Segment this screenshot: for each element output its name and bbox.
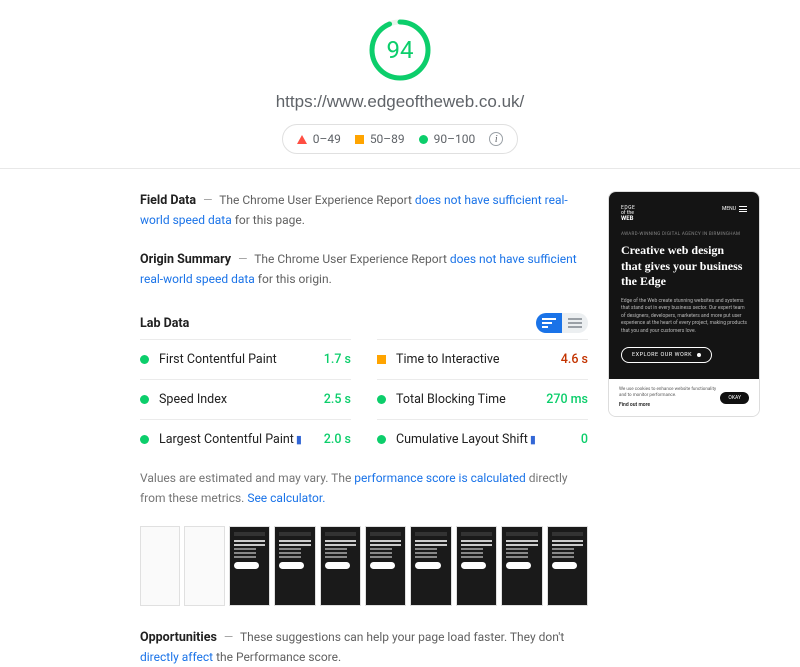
filmstrip-frame [320, 526, 361, 606]
metric-name: Cumulative Layout Shift▮ [396, 432, 536, 447]
preview-okay-button: OKAY [720, 392, 749, 404]
circle-icon [419, 135, 428, 144]
preview-body: Edge of the Web create stunning websites… [621, 298, 747, 336]
score-value: 94 [387, 36, 414, 64]
preview-logo: EDGE of the WEB [621, 206, 635, 222]
score-legend: 0–49 50–89 90–100 i [282, 124, 519, 154]
filmstrip-frame [140, 526, 180, 606]
square-icon [377, 355, 386, 364]
circle-icon [140, 395, 149, 404]
metric-row[interactable]: Largest Contentful Paint▮ 2.0 s [140, 419, 351, 459]
info-icon[interactable]: i [489, 132, 503, 146]
toggle-compact-button[interactable] [562, 313, 588, 333]
origin-summary-section: Origin Summary — The Chrome User Experie… [140, 250, 588, 289]
score-gauge: 94 [368, 18, 432, 82]
origin-summary-title: Origin Summary [140, 252, 231, 267]
directly-affect-link[interactable]: directly affect [140, 650, 213, 664]
metric-row[interactable]: First Contentful Paint 1.7 s [140, 339, 351, 379]
legend-good: 90–100 [419, 132, 476, 146]
preview-eyebrow: AWARD-WINNING DIGITAL AGENCY IN BIRMINGH… [621, 232, 747, 237]
metric-value: 270 ms [546, 392, 588, 407]
lab-data-title: Lab Data [140, 316, 189, 331]
filmstrip-frame [410, 526, 451, 606]
square-icon [355, 135, 364, 144]
see-calculator-link[interactable]: See calculator. [247, 491, 325, 505]
metric-value: 2.5 s [324, 392, 351, 407]
filmstrip-frame [547, 526, 588, 606]
metric-value: 2.0 s [324, 432, 351, 447]
opportunities-title: Opportunities [140, 630, 217, 645]
opportunities-section: Opportunities — These suggestions can he… [140, 628, 588, 667]
metric-value: 0 [581, 432, 588, 447]
filmstrip-frame [184, 526, 224, 606]
preview-headline: Creative web design that gives your busi… [621, 243, 747, 290]
view-toggle [536, 313, 588, 333]
score-header: 94 https://www.edgeoftheweb.co.uk/ 0–49 … [0, 0, 800, 169]
toggle-expanded-button[interactable] [536, 313, 562, 333]
filmstrip-frame [365, 526, 406, 606]
triangle-icon [297, 135, 307, 144]
metric-value: 1.7 s [324, 352, 351, 367]
filmstrip-frame [274, 526, 315, 606]
legend-poor: 0–49 [297, 132, 341, 146]
field-data-section: Field Data — The Chrome User Experience … [140, 191, 588, 230]
metrics-footnote: Values are estimated and may vary. The p… [140, 469, 588, 507]
page-url: https://www.edgeoftheweb.co.uk/ [0, 92, 800, 112]
metric-name: Speed Index [159, 392, 227, 407]
filmstrip-frame [229, 526, 270, 606]
metric-row[interactable]: Speed Index 2.5 s [140, 379, 351, 419]
metric-name: First Contentful Paint [159, 352, 277, 367]
preview-menu: MENU [722, 206, 747, 212]
circle-icon [140, 435, 149, 444]
preview-cookie-text: We use cookies to enhance website functi… [619, 387, 720, 399]
filmstrip-frame [501, 526, 542, 606]
field-data-title: Field Data [140, 193, 196, 208]
score-calc-link[interactable]: performance score is calculated [354, 471, 525, 485]
metrics-grid: First Contentful Paint 1.7 s Time to Inter… [140, 339, 588, 459]
metric-row[interactable]: Time to Interactive 4.6 s [377, 339, 588, 379]
page-preview: EDGE of the WEB MENU AWARD-WINNING DIGIT… [608, 191, 760, 667]
metric-value: 4.6 s [561, 352, 588, 367]
flag-icon: ▮ [296, 433, 302, 446]
circle-icon [140, 355, 149, 364]
metric-row[interactable]: Cumulative Layout Shift▮ 0 [377, 419, 588, 459]
filmstrip [140, 526, 588, 606]
metric-row[interactable]: Total Blocking Time 270 ms [377, 379, 588, 419]
circle-icon [377, 435, 386, 444]
preview-find-more: Find out more [619, 402, 720, 408]
metric-name: Largest Contentful Paint▮ [159, 432, 302, 447]
legend-average: 50–89 [355, 132, 405, 146]
hamburger-icon [739, 206, 747, 212]
metric-name: Total Blocking Time [396, 392, 506, 407]
metric-name: Time to Interactive [396, 352, 499, 367]
flag-icon: ▮ [530, 433, 536, 446]
filmstrip-frame [456, 526, 497, 606]
preview-cta: EXPLORE OUR WORK [621, 347, 712, 363]
circle-icon [377, 395, 386, 404]
